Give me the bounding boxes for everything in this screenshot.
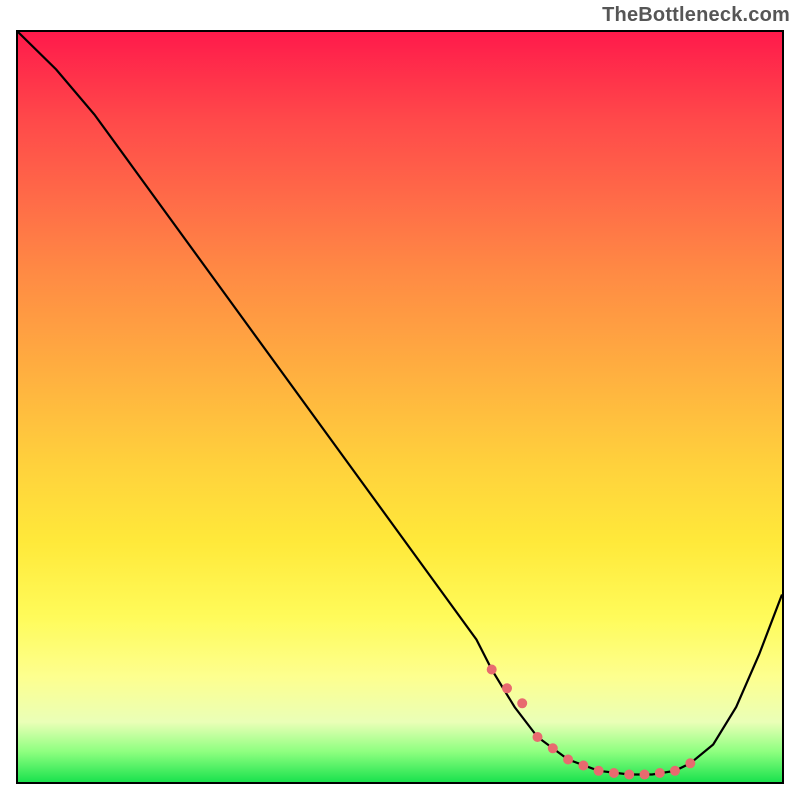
optimum-dot: [640, 770, 650, 780]
optimum-dot: [533, 732, 543, 742]
curve-path: [18, 32, 782, 775]
optimum-dot: [487, 665, 497, 675]
optimum-dot: [517, 698, 527, 708]
optimum-dot: [655, 768, 665, 778]
optimum-dot: [578, 761, 588, 771]
optimum-dot: [502, 683, 512, 693]
attribution-text: TheBottleneck.com: [602, 4, 790, 27]
optimum-dot: [594, 766, 604, 776]
optimum-dot: [624, 770, 634, 780]
optimum-dot: [609, 768, 619, 778]
curve-dots: [487, 665, 696, 780]
optimum-dot: [563, 755, 573, 765]
bottleneck-curve: [18, 32, 782, 782]
optimum-dot: [670, 766, 680, 776]
optimum-dot: [685, 758, 695, 768]
chart-plot-area: [16, 30, 784, 784]
optimum-dot: [548, 743, 558, 753]
